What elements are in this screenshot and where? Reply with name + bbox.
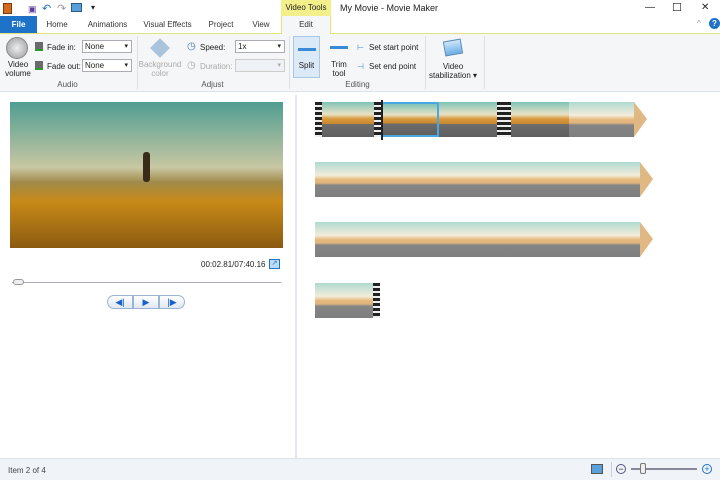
play-button[interactable]: ▶ (133, 295, 159, 309)
clip-4-frame[interactable] (445, 222, 510, 257)
row-continue-arrow (640, 162, 653, 197)
split-label: Split (298, 61, 315, 70)
clip-4-frame[interactable] (315, 283, 373, 318)
clip-4-frame[interactable] (510, 222, 575, 257)
fade-in-icon (35, 42, 43, 51)
context-tab-video-tools: Video Tools (281, 0, 331, 16)
clip-4-frame[interactable] (380, 222, 445, 257)
clip-1[interactable] (322, 102, 374, 137)
clip-row-3 (315, 222, 653, 257)
set-end-icon: ⊣ (357, 62, 364, 71)
playhead[interactable] (381, 100, 383, 140)
clip-row-4 (315, 283, 380, 318)
duration-dropdown[interactable] (235, 59, 285, 72)
audio-group-label: Audio (57, 80, 78, 89)
window-title: My Movie - Movie Maker (340, 3, 439, 13)
previous-frame-button[interactable]: ◀| (107, 295, 133, 309)
thumbnail-size-icon[interactable] (591, 464, 603, 474)
row-continue-arrow (640, 222, 653, 257)
divider (289, 36, 290, 89)
redo-icon[interactable]: ↷ (57, 2, 66, 15)
divider (484, 36, 485, 89)
undo-icon[interactable]: ↶ (42, 2, 51, 15)
set-start-point-button[interactable]: Set start point (369, 43, 418, 52)
clip-4-frame[interactable] (315, 222, 380, 257)
clip-4-frame[interactable] (445, 162, 510, 197)
save-icon[interactable]: ▣ (28, 4, 37, 15)
film-sprocket (374, 102, 381, 137)
clip-4-frame[interactable] (510, 162, 575, 197)
tab-visual-effects[interactable]: Visual Effects (140, 16, 195, 33)
clip-4-frame[interactable] (315, 162, 380, 197)
row-continue-arrow (634, 102, 647, 137)
editing-group-label: Editing (345, 80, 370, 89)
trim-tool-icon (330, 46, 348, 49)
pane-splitter[interactable] (295, 95, 297, 458)
minimize-button[interactable]: — (645, 2, 655, 13)
fade-out-label: Fade out: (47, 62, 81, 71)
trim-tool-button[interactable]: Trim tool (327, 60, 351, 78)
maximize-button[interactable]: ☐ (672, 1, 682, 14)
tab-edit[interactable]: Edit (281, 16, 331, 34)
clip-4-frame[interactable] (575, 162, 640, 197)
tab-file[interactable]: File (0, 16, 37, 33)
tab-home[interactable]: Home (40, 16, 74, 33)
film-sprocket (504, 102, 511, 137)
clip-3[interactable] (439, 102, 497, 137)
clip-4-frame[interactable] (569, 102, 634, 137)
clip-row-2 (315, 162, 653, 197)
fade-in-dropdown[interactable]: None (82, 40, 132, 53)
seek-thumb[interactable] (12, 279, 24, 285)
adjust-group-label: Adjust (201, 80, 224, 89)
video-preview[interactable] (10, 102, 283, 248)
tab-view[interactable]: View (246, 16, 276, 33)
speed-label: Speed: (200, 43, 226, 52)
speed-icon: ◷ (187, 41, 196, 52)
zoom-out-button[interactable]: − (616, 464, 626, 474)
fullscreen-icon[interactable]: ↗ (269, 259, 280, 269)
film-sprocket (373, 283, 380, 318)
help-icon[interactable]: ? (709, 18, 720, 29)
video-stabilization-button[interactable]: Video stabilization ▾ (428, 62, 478, 80)
split-button[interactable]: Split (293, 36, 320, 78)
divider (611, 462, 612, 477)
status-text: Item 2 of 4 (8, 466, 46, 475)
status-bar (0, 458, 720, 480)
set-end-point-button[interactable]: Set end point (369, 62, 416, 71)
preview-subject (143, 152, 150, 182)
clip-4-frame[interactable] (575, 222, 640, 257)
app-icon (3, 3, 12, 14)
video-stabilization-label: Video stabilization (428, 62, 471, 80)
divider (425, 36, 426, 89)
zoom-slider-thumb[interactable] (640, 463, 646, 474)
zoom-in-button[interactable]: + (702, 464, 712, 474)
split-icon (298, 48, 316, 51)
clip-4[interactable] (511, 102, 569, 137)
seek-bar[interactable] (12, 282, 281, 283)
screen-icon[interactable] (71, 3, 82, 12)
speaker-icon (6, 37, 28, 59)
clip-2-selected[interactable] (381, 102, 439, 137)
next-frame-button[interactable]: |▶ (159, 295, 185, 309)
set-start-icon: ⊢ (357, 43, 364, 52)
film-sprocket (497, 102, 504, 137)
fade-in-label: Fade in: (47, 43, 76, 52)
duration-label: Duration: (200, 62, 233, 71)
close-button[interactable]: ✕ (701, 2, 709, 13)
clip-4-frame[interactable] (380, 162, 445, 197)
clip-row-1 (315, 102, 647, 137)
fade-out-dropdown[interactable]: None (82, 59, 132, 72)
film-sprocket (315, 102, 322, 137)
tab-animations[interactable]: Animations (80, 16, 135, 33)
speed-dropdown[interactable]: 1x (235, 40, 285, 53)
tab-project[interactable]: Project (203, 16, 239, 33)
collapse-ribbon-button[interactable]: ^ (697, 19, 701, 28)
timecode: 00:02.81/07:40.16 (201, 260, 266, 269)
fade-out-icon (35, 61, 43, 70)
background-color-button[interactable]: Background color (138, 60, 182, 78)
duration-icon: ◷ (187, 60, 196, 71)
video-stabilization-icon (442, 38, 464, 57)
video-volume-button[interactable]: Video volume (3, 60, 33, 78)
customize-icon[interactable]: ▾ (91, 3, 95, 12)
